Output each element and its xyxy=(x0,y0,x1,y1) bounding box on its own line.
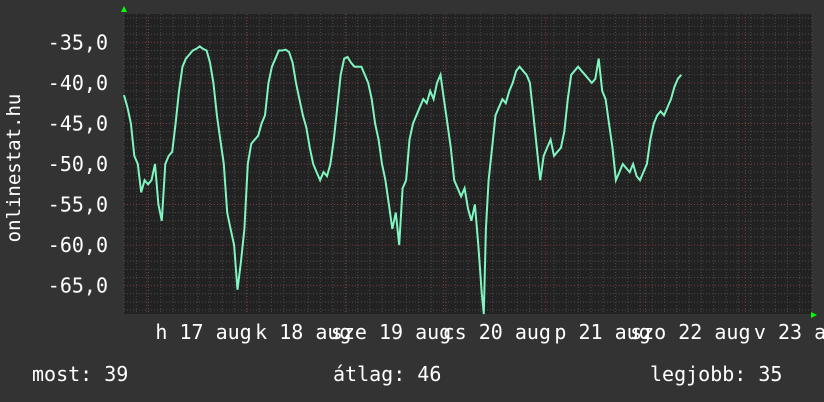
y-tick-label: -45,0 xyxy=(48,111,108,135)
y-tick-label: -40,0 xyxy=(48,71,108,95)
stat-average: átlag: 46 xyxy=(333,362,442,386)
stat-current: most: 39 xyxy=(32,362,129,386)
x-axis-ticks: h 17 aug k 18 augsze 19 augcs 20 aug p 21 … xyxy=(155,320,824,344)
y-axis-ticks: -35,0 -40,0 -45,0 -50,0 -55,0 -60,0 -65,0 xyxy=(48,30,108,297)
y-axis-arrow-icon xyxy=(121,6,127,12)
y-tick-label: -55,0 xyxy=(48,193,108,217)
x-tick-label: h 17 aug xyxy=(155,320,251,344)
x-tick-label: sze 19 aug xyxy=(331,320,451,344)
y-tick-label: -50,0 xyxy=(48,152,108,176)
x-tick-label: cs 20 aug xyxy=(443,320,551,344)
x-tick-label: v 23 aug xyxy=(754,320,824,344)
stat-best: legjobb: 35 xyxy=(650,362,783,386)
x-axis-arrow-icon xyxy=(811,312,817,318)
y-tick-label: -60,0 xyxy=(48,233,108,257)
y-axis-label: onlinestat.hu xyxy=(3,94,25,243)
chart: -35,0 -40,0 -45,0 -50,0 -55,0 -60,0 -65,0 h 17… xyxy=(3,6,824,344)
x-tick-label: szo 22 aug xyxy=(630,320,750,344)
y-tick-label: -65,0 xyxy=(48,274,108,298)
y-tick-label: -35,0 xyxy=(48,30,108,54)
